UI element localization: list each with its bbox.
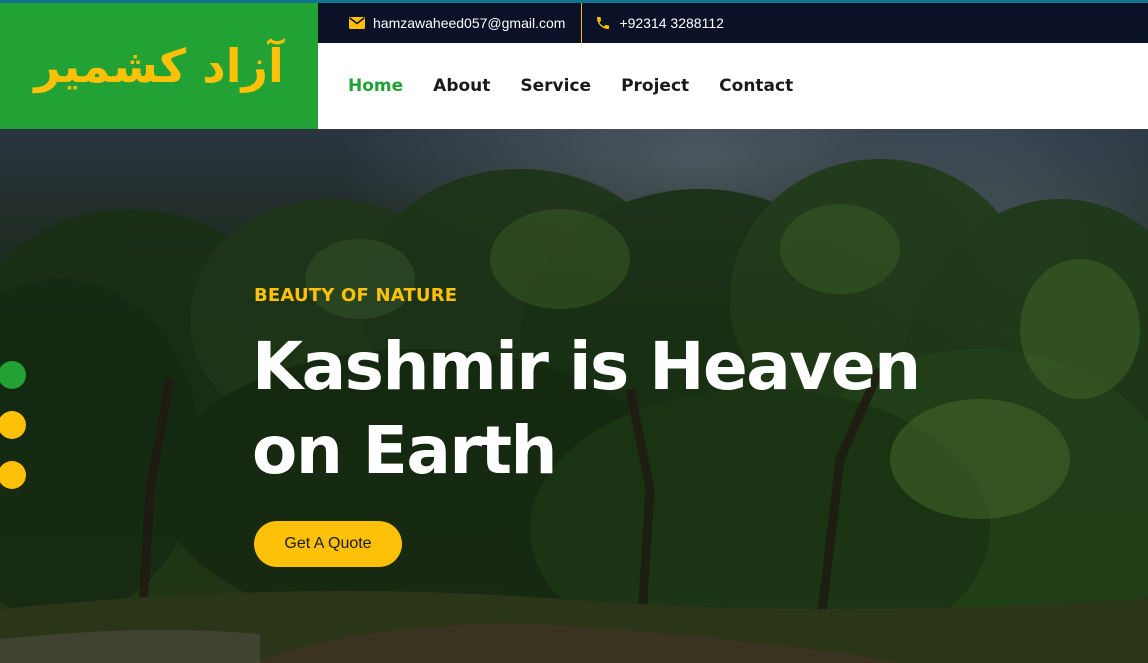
main-navbar: Home About Service Project Contact — [318, 43, 1148, 129]
envelope-icon — [348, 14, 366, 32]
nav-about[interactable]: About — [433, 76, 490, 96]
hero-banner: BEAUTY OF NATURE Kashmir is Heaven on Ea… — [0, 129, 1148, 663]
nav-service[interactable]: Service — [520, 76, 591, 96]
email-text: hamzawaheed057@gmail.com — [373, 15, 566, 31]
email-contact[interactable]: hamzawaheed057@gmail.com — [318, 3, 581, 43]
contact-topbar: hamzawaheed057@gmail.com +92314 3288112 — [318, 3, 1148, 43]
nav-home[interactable]: Home — [348, 76, 403, 96]
hero-subtitle: BEAUTY OF NATURE — [254, 285, 458, 306]
phone-icon — [594, 14, 612, 32]
hero-title-line-1: Kashmir is Heaven — [252, 328, 921, 405]
hero-title: Kashmir is Heaven on Earth — [252, 325, 1012, 493]
logo[interactable]: آزاد کشمیر — [0, 3, 318, 129]
nav-contact[interactable]: Contact — [719, 76, 793, 96]
phone-contact[interactable]: +92314 3288112 — [581, 3, 739, 43]
logo-text: آزاد کشمیر — [34, 39, 284, 93]
phone-text: +92314 3288112 — [619, 15, 724, 31]
get-a-quote-button[interactable]: Get A Quote — [254, 521, 402, 567]
hero-title-line-2: on Earth — [252, 412, 558, 489]
nav-project[interactable]: Project — [621, 76, 689, 96]
